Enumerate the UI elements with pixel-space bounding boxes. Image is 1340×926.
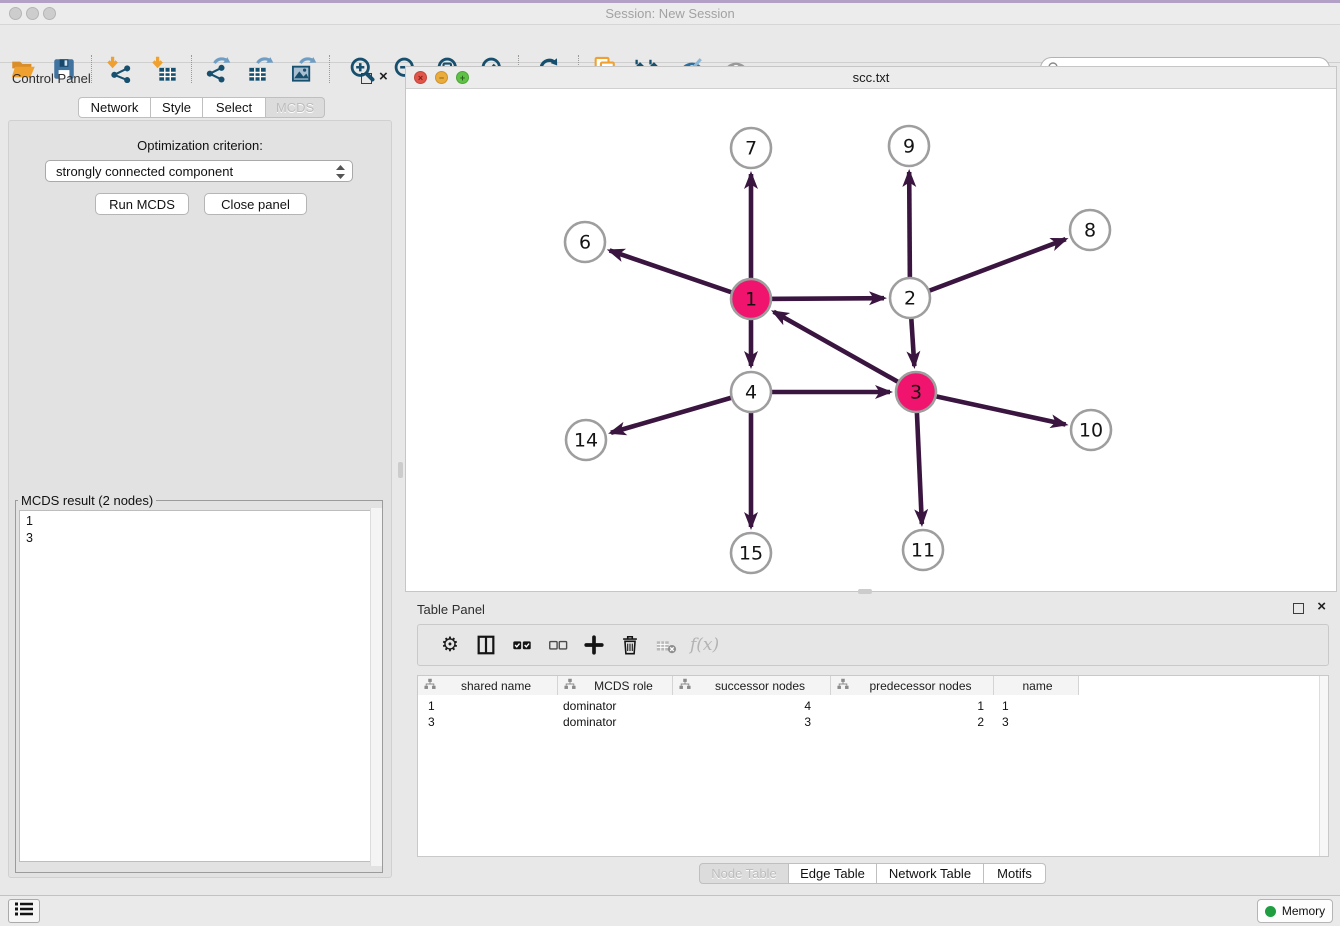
memory-status-icon — [1265, 906, 1276, 917]
edge-label-tick — [829, 391, 839, 394]
horizontal-splitter-handle[interactable] — [858, 589, 872, 594]
mcds-result-list[interactable]: 1 3 — [19, 510, 379, 862]
memory-label: Memory — [1282, 904, 1325, 918]
add-column-icon[interactable] — [576, 634, 612, 656]
control-panel-tabs: Network Style Select MCDS — [78, 97, 325, 118]
run-mcds-button[interactable]: Run MCDS — [95, 193, 189, 215]
table-header: shared name MCDS role successor nodes pr… — [418, 676, 1079, 695]
result-scrollbar[interactable] — [370, 508, 382, 866]
graph-edge-1-6[interactable] — [610, 250, 751, 299]
close-table-panel-icon[interactable]: × — [1317, 599, 1326, 614]
network-canvas[interactable]: 7 9 6 8 1 2 4 3 14 10 15 11 — [406, 90, 1336, 591]
table-settings-icon[interactable]: ⚙ — [432, 635, 468, 655]
table-toolbar: ⚙ f(x) — [417, 624, 1329, 666]
tab-motifs[interactable]: Motifs — [984, 863, 1046, 884]
delete-column-icon[interactable] — [612, 634, 648, 656]
column-header-name[interactable]: name — [994, 676, 1079, 695]
float-panel-icon[interactable] — [361, 73, 372, 84]
network-view-window: × − + scc.txt 7 9 6 8 1 2 4 3 14 10 15 11 — [405, 66, 1337, 592]
tab-style[interactable]: Style — [151, 97, 203, 118]
tab-edge-table[interactable]: Edge Table — [789, 863, 877, 884]
column-header-mcds-role[interactable]: MCDS role — [558, 676, 673, 695]
function-builder-icon[interactable]: f(x) — [690, 635, 719, 655]
graph-node-label: 7 — [745, 137, 757, 159]
window-title: Session: New Session — [0, 6, 1340, 21]
graph-node-label: 8 — [1084, 219, 1096, 241]
table-scrollbar[interactable] — [1319, 676, 1328, 856]
memory-button[interactable]: Memory — [1257, 899, 1333, 923]
float-table-panel-icon[interactable] — [1293, 603, 1304, 614]
status-bar: Memory — [0, 895, 1340, 926]
unselect-all-icon[interactable] — [540, 634, 576, 656]
graph-node-label: 10 — [1079, 419, 1103, 441]
delete-table-icon[interactable] — [648, 634, 684, 656]
app-window: Session: New Session Control Panel × — [0, 0, 1340, 926]
optimization-criterion-label: Optimization criterion: — [9, 138, 391, 153]
graph-node-label: 4 — [745, 381, 757, 403]
tab-network-table[interactable]: Network Table — [877, 863, 984, 884]
graph-edge-3-1[interactable] — [774, 312, 916, 392]
column-header-shared-name[interactable]: shared name — [418, 676, 558, 695]
graph-node-label: 15 — [739, 542, 763, 564]
control-panel-header: Control Panel × — [0, 63, 400, 93]
attribute-type-icon — [836, 677, 850, 694]
attribute-type-icon — [678, 677, 692, 694]
graph-node-label: 3 — [910, 381, 922, 403]
tab-mcds[interactable]: MCDS — [266, 97, 325, 118]
node-table: shared name MCDS role successor nodes pr… — [417, 675, 1329, 857]
window-titlebar: Session: New Session — [0, 3, 1340, 25]
table-tabs: Node Table Edge Table Network Table Moti… — [405, 863, 1340, 884]
column-header-successor-nodes[interactable]: successor nodes — [673, 676, 831, 695]
control-panel-title: Control Panel — [12, 71, 91, 86]
close-panel-button[interactable]: Close panel — [204, 193, 307, 215]
table-panel-title: Table Panel — [417, 602, 485, 617]
list-icon — [14, 901, 34, 922]
column-header-predecessor-nodes[interactable]: predecessor nodes — [831, 676, 994, 695]
tab-network[interactable]: Network — [78, 97, 151, 118]
task-history-button[interactable] — [8, 899, 40, 923]
graph-node-label: 6 — [579, 231, 591, 253]
select-all-icon[interactable] — [504, 634, 540, 656]
optimization-criterion-select[interactable]: strongly connected component — [45, 160, 353, 182]
tab-select[interactable]: Select — [203, 97, 266, 118]
network-title: scc.txt — [406, 70, 1336, 85]
table-row[interactable]: 3 dominator 3 2 3 — [418, 714, 1079, 730]
graph-edge-3-10[interactable] — [916, 392, 1066, 424]
main-toolbar — [0, 25, 1340, 63]
mcds-result-title: MCDS result (2 nodes) — [18, 493, 156, 508]
network-window-titlebar: × − + scc.txt — [406, 67, 1336, 89]
attribute-type-icon — [563, 677, 577, 694]
optimization-criterion-value: strongly connected component — [56, 164, 233, 179]
graph-node-label: 2 — [904, 287, 916, 309]
mcds-result-group: MCDS result (2 nodes) 1 3 — [15, 493, 383, 873]
show-columns-icon[interactable] — [468, 634, 504, 656]
mcds-panel: Optimization criterion: strongly connect… — [8, 120, 392, 878]
graph-node-label: 11 — [911, 539, 935, 561]
tab-node-table[interactable]: Node Table — [699, 863, 789, 884]
select-stepper-icon — [334, 164, 347, 180]
graph-edge-4-14[interactable] — [611, 392, 751, 433]
edge-label-tick — [826, 297, 836, 300]
graph-node-label: 9 — [903, 135, 915, 157]
graph-node-label: 14 — [574, 429, 598, 451]
graph-edge-2-8[interactable] — [910, 239, 1066, 298]
close-panel-icon[interactable]: × — [379, 69, 388, 84]
vertical-splitter-handle[interactable] — [398, 462, 403, 478]
table-panel: Table Panel × ⚙ f(x) shared name MCDS ro… — [405, 595, 1340, 895]
graph-node-label: 1 — [745, 288, 757, 310]
attribute-type-icon — [423, 677, 437, 694]
table-row[interactable]: 1 dominator 4 1 1 — [418, 698, 1079, 714]
